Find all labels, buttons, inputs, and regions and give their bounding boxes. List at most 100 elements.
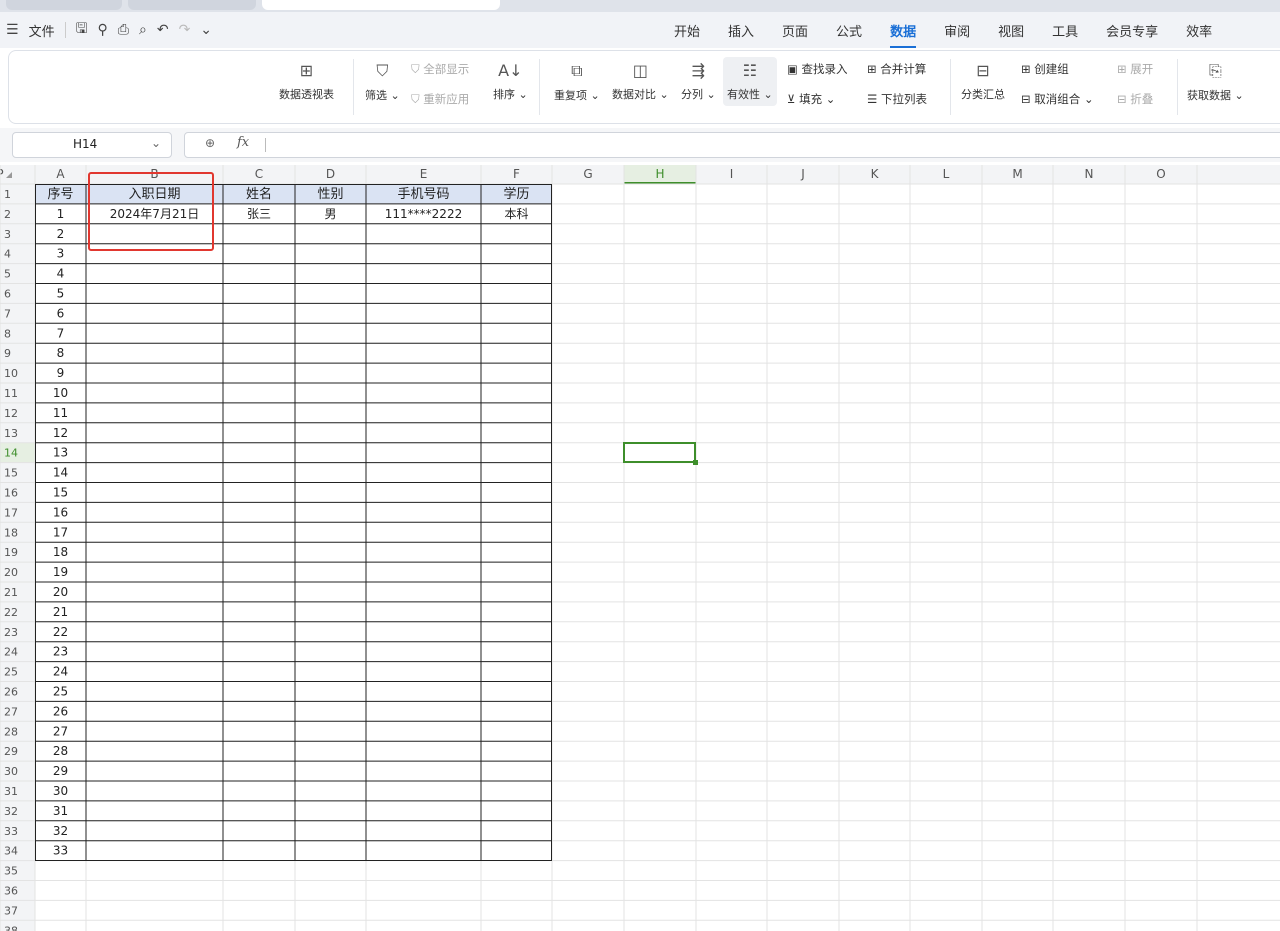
tab-8[interactable]: 会员专享 xyxy=(1106,21,1158,40)
row-header-38: 38 xyxy=(4,924,18,931)
ungroup-label: 取消组合 xyxy=(1034,92,1081,106)
ribbon-toolbar: ⊞ 数据透视表 ⛉ 筛选 ⌄ ⛉ 全部显示 ⛉ 重新应用 A↓ 排序 ⌄ ⧉ 重复项 ⌄… xyxy=(8,50,1280,124)
reapply-label: 重新应用 xyxy=(423,92,470,106)
row-header-22: 22 xyxy=(4,606,18,619)
tab-3[interactable]: 公式 xyxy=(836,21,862,40)
consolidate-button[interactable]: ⊞ 合并计算 xyxy=(867,61,926,77)
table-header-cell: 性别 xyxy=(317,187,343,202)
fill-button[interactable]: ⊻ 填充 ⌄ xyxy=(787,91,835,107)
serial-cell: 4 xyxy=(57,267,65,281)
name-box[interactable]: H14 ⌄ xyxy=(12,132,172,158)
selected-cell[interactable] xyxy=(623,442,698,465)
filter-button[interactable]: ⛉ 筛选 ⌄ xyxy=(365,61,400,103)
reapply-button[interactable]: ⛉ 重新应用 xyxy=(411,91,469,107)
chevron-down-icon[interactable]: ⌄ xyxy=(151,136,161,150)
row-header-9: 9 xyxy=(4,347,11,360)
table-cell: 男 xyxy=(324,207,336,221)
tab-4[interactable]: 数据 xyxy=(890,21,917,48)
doc-tab[interactable] xyxy=(128,0,256,10)
tab-7[interactable]: 工具 xyxy=(1052,21,1078,40)
menu-bar: ☰ 文件 🖫 ⚲ ⎙ ⌕ ↶ ↷ ⌄ 开始 插入 页面 公式 数据 审阅 视图 工具 会员专享 效… xyxy=(0,12,1280,48)
filter-icon: ⛉ xyxy=(376,61,389,80)
create-group-label: 创建组 xyxy=(1034,62,1069,76)
print-preview-icon[interactable]: ⌕ xyxy=(139,22,147,38)
row-header-32: 32 xyxy=(4,805,18,818)
dropdown-list-button[interactable]: ☰ 下拉列表 xyxy=(867,91,927,107)
menu-icon[interactable]: ☰ xyxy=(6,22,19,38)
split-column-button[interactable]: ⇶ 分列 ⌄ xyxy=(681,61,716,102)
serial-cell: 5 xyxy=(57,287,65,301)
zoom-icon[interactable]: ⊕ xyxy=(205,136,215,150)
row-header-18: 18 xyxy=(4,526,18,539)
more-icon[interactable]: ⌄ xyxy=(200,22,212,38)
file-menu[interactable]: 文件 xyxy=(29,21,55,40)
expand-button[interactable]: ⊞ 展开 xyxy=(1117,61,1153,77)
column-header-P: P xyxy=(0,167,4,181)
serial-cell: 15 xyxy=(53,486,68,500)
serial-cell: 6 xyxy=(57,306,65,320)
column-header-I: I xyxy=(730,167,734,181)
serial-cell: 18 xyxy=(53,545,68,559)
collapse-button[interactable]: ⊟ 折叠 xyxy=(1117,91,1153,107)
doc-tab[interactable] xyxy=(6,0,122,10)
tab-6[interactable]: 视图 xyxy=(998,21,1024,40)
serial-cell: 29 xyxy=(53,764,68,778)
tab-2[interactable]: 页面 xyxy=(782,21,808,40)
validity-button[interactable]: ☷ 有效性 ⌄ xyxy=(723,57,777,106)
show-all-button[interactable]: ⛉ 全部显示 xyxy=(411,61,469,77)
formula-input[interactable]: ⊕ fx xyxy=(184,132,1280,158)
save-icon[interactable]: 🖫 xyxy=(76,18,88,42)
serial-cell: 30 xyxy=(53,784,68,798)
sort-label: 排序 xyxy=(493,88,515,101)
undo-icon[interactable]: ↶ xyxy=(157,22,169,38)
row-header-27: 27 xyxy=(4,705,18,718)
compare-button[interactable]: ◫ 数据对比 ⌄ xyxy=(612,61,669,102)
ribbon-tabs: 开始 插入 页面 公式 数据 审阅 视图 工具 会员专享 效率 xyxy=(674,12,1240,48)
serial-cell: 12 xyxy=(53,426,68,440)
filter-label: 筛选 xyxy=(365,89,387,102)
table-cell: 张三 xyxy=(247,207,271,221)
serial-cell: 2 xyxy=(57,227,65,241)
tab-5[interactable]: 审阅 xyxy=(944,21,970,40)
sort-button[interactable]: A↓ 排序 ⌄ xyxy=(493,61,528,102)
highlight-box xyxy=(88,172,214,251)
row-header-7: 7 xyxy=(4,307,11,320)
serial-cell: 3 xyxy=(57,247,65,261)
column-header-G: G xyxy=(583,167,592,181)
tab-0[interactable]: 开始 xyxy=(674,21,700,40)
serial-cell: 28 xyxy=(53,744,68,758)
divider xyxy=(265,138,266,152)
row-header-2: 2 xyxy=(4,208,11,221)
create-group-button[interactable]: ⊞ 创建组 xyxy=(1021,61,1069,77)
row-header-3: 3 xyxy=(4,228,11,241)
table-cell: 111****2222 xyxy=(385,207,462,221)
row-header-13: 13 xyxy=(4,427,18,440)
share-icon[interactable]: ⚲ xyxy=(98,22,108,38)
show-all-label: 全部显示 xyxy=(423,62,470,76)
serial-cell: 31 xyxy=(53,804,68,818)
serial-cell: 25 xyxy=(53,685,68,699)
row-header-37: 37 xyxy=(4,904,18,917)
duplicates-button[interactable]: ⧉ 重复项 ⌄ xyxy=(554,61,600,103)
doc-tab-active[interactable] xyxy=(262,0,500,10)
spreadsheet-grid[interactable]: ABCDEFGHIJKLMNOP123456789101112131415161… xyxy=(0,165,1280,931)
fx-icon[interactable]: fx xyxy=(237,135,249,150)
lookup-entry-button[interactable]: ▣ 查找录入 xyxy=(787,61,848,77)
redo-icon[interactable]: ↷ xyxy=(179,22,191,38)
row-header-19: 19 xyxy=(4,546,18,559)
row-header-34: 34 xyxy=(4,845,18,858)
ungroup-button[interactable]: ⊟ 取消组合 ⌄ xyxy=(1021,91,1094,107)
row-header-33: 33 xyxy=(4,825,18,838)
expand-label: 展开 xyxy=(1130,62,1154,76)
row-header-23: 23 xyxy=(4,626,18,639)
tab-9[interactable]: 效率 xyxy=(1186,21,1212,40)
column-header-C: C xyxy=(255,167,263,181)
pivot-table-button[interactable]: ⊞ 数据透视表 xyxy=(279,61,334,102)
get-data-button[interactable]: ⎘ 获取数据 ⌄ xyxy=(1187,61,1244,103)
serial-cell: 26 xyxy=(53,704,68,718)
tab-1[interactable]: 插入 xyxy=(728,21,754,40)
subtotal-button[interactable]: ⊟ 分类汇总 xyxy=(961,61,1005,102)
print-icon[interactable]: ⎙ xyxy=(118,22,129,38)
duplicates-icon: ⧉ xyxy=(571,61,583,80)
table-cell: 本科 xyxy=(504,207,528,221)
